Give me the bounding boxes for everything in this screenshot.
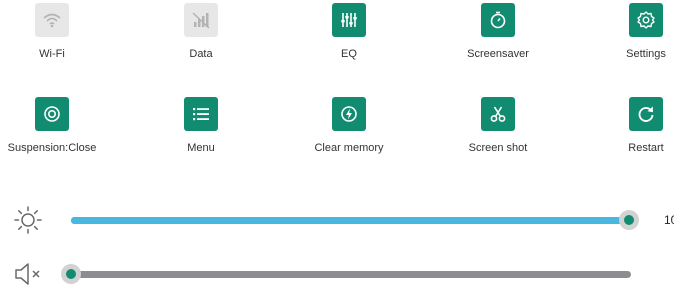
- tile-clear-memory[interactable]: Clear memory: [279, 97, 419, 167]
- screensaver-button[interactable]: [481, 3, 515, 37]
- timer-icon: [490, 11, 506, 29]
- settings-button[interactable]: [629, 3, 663, 37]
- wifi-button[interactable]: [35, 3, 69, 37]
- target-icon: [44, 106, 60, 122]
- thumb-dot: [624, 215, 634, 225]
- brightness-thumb[interactable]: [619, 210, 639, 230]
- clear-memory-icon: [341, 106, 357, 122]
- data-button[interactable]: [184, 3, 218, 37]
- tile-label: Menu: [187, 142, 215, 154]
- volume-track[interactable]: [71, 271, 631, 278]
- equalizer-icon: [341, 13, 357, 27]
- restart-icon: [638, 106, 654, 122]
- tile-data[interactable]: Data: [131, 3, 271, 73]
- screenshot-button[interactable]: [481, 97, 515, 131]
- tile-label: Clear memory: [314, 142, 384, 154]
- tile-label: EQ: [341, 48, 357, 60]
- menu-list-icon: [193, 108, 209, 121]
- gear-icon: [637, 11, 655, 29]
- tile-label: Screen shot: [468, 142, 528, 154]
- brightness-icon: [14, 206, 42, 234]
- mobile-data-icon: [192, 12, 210, 29]
- tile-settings[interactable]: Settings: [576, 3, 674, 73]
- brightness-slider-row: 10: [0, 205, 674, 235]
- tile-screensaver[interactable]: Screensaver: [428, 3, 568, 73]
- restart-button[interactable]: [629, 97, 663, 131]
- tile-label: Screensaver: [467, 48, 529, 60]
- scissors-icon: [490, 106, 506, 122]
- brightness-value: 10: [664, 213, 674, 227]
- tile-label: Data: [189, 48, 213, 60]
- volume-slider-row: [0, 259, 674, 289]
- eq-button[interactable]: [332, 3, 366, 37]
- clear-memory-button[interactable]: [332, 97, 366, 131]
- menu-button[interactable]: [184, 97, 218, 131]
- tile-label: Wi-Fi: [39, 48, 65, 60]
- tile-eq[interactable]: EQ: [279, 3, 419, 73]
- suspension-button[interactable]: [35, 97, 69, 131]
- tile-suspension[interactable]: Suspension:Close: [0, 97, 122, 167]
- thumb-dot: [66, 269, 76, 279]
- volume-thumb[interactable]: [61, 264, 81, 284]
- tile-menu[interactable]: Menu: [131, 97, 271, 167]
- tile-screenshot[interactable]: Screen shot: [428, 97, 568, 167]
- tile-label: Suspension:Close: [7, 142, 97, 154]
- tile-label: Settings: [626, 48, 666, 60]
- tile-restart[interactable]: Restart: [576, 97, 674, 167]
- tile-label: Restart: [628, 142, 664, 154]
- volume-muted-icon: [15, 263, 40, 285]
- wifi-icon: [43, 13, 61, 28]
- brightness-fill: [71, 217, 631, 224]
- tile-wifi[interactable]: Wi-Fi: [0, 3, 122, 73]
